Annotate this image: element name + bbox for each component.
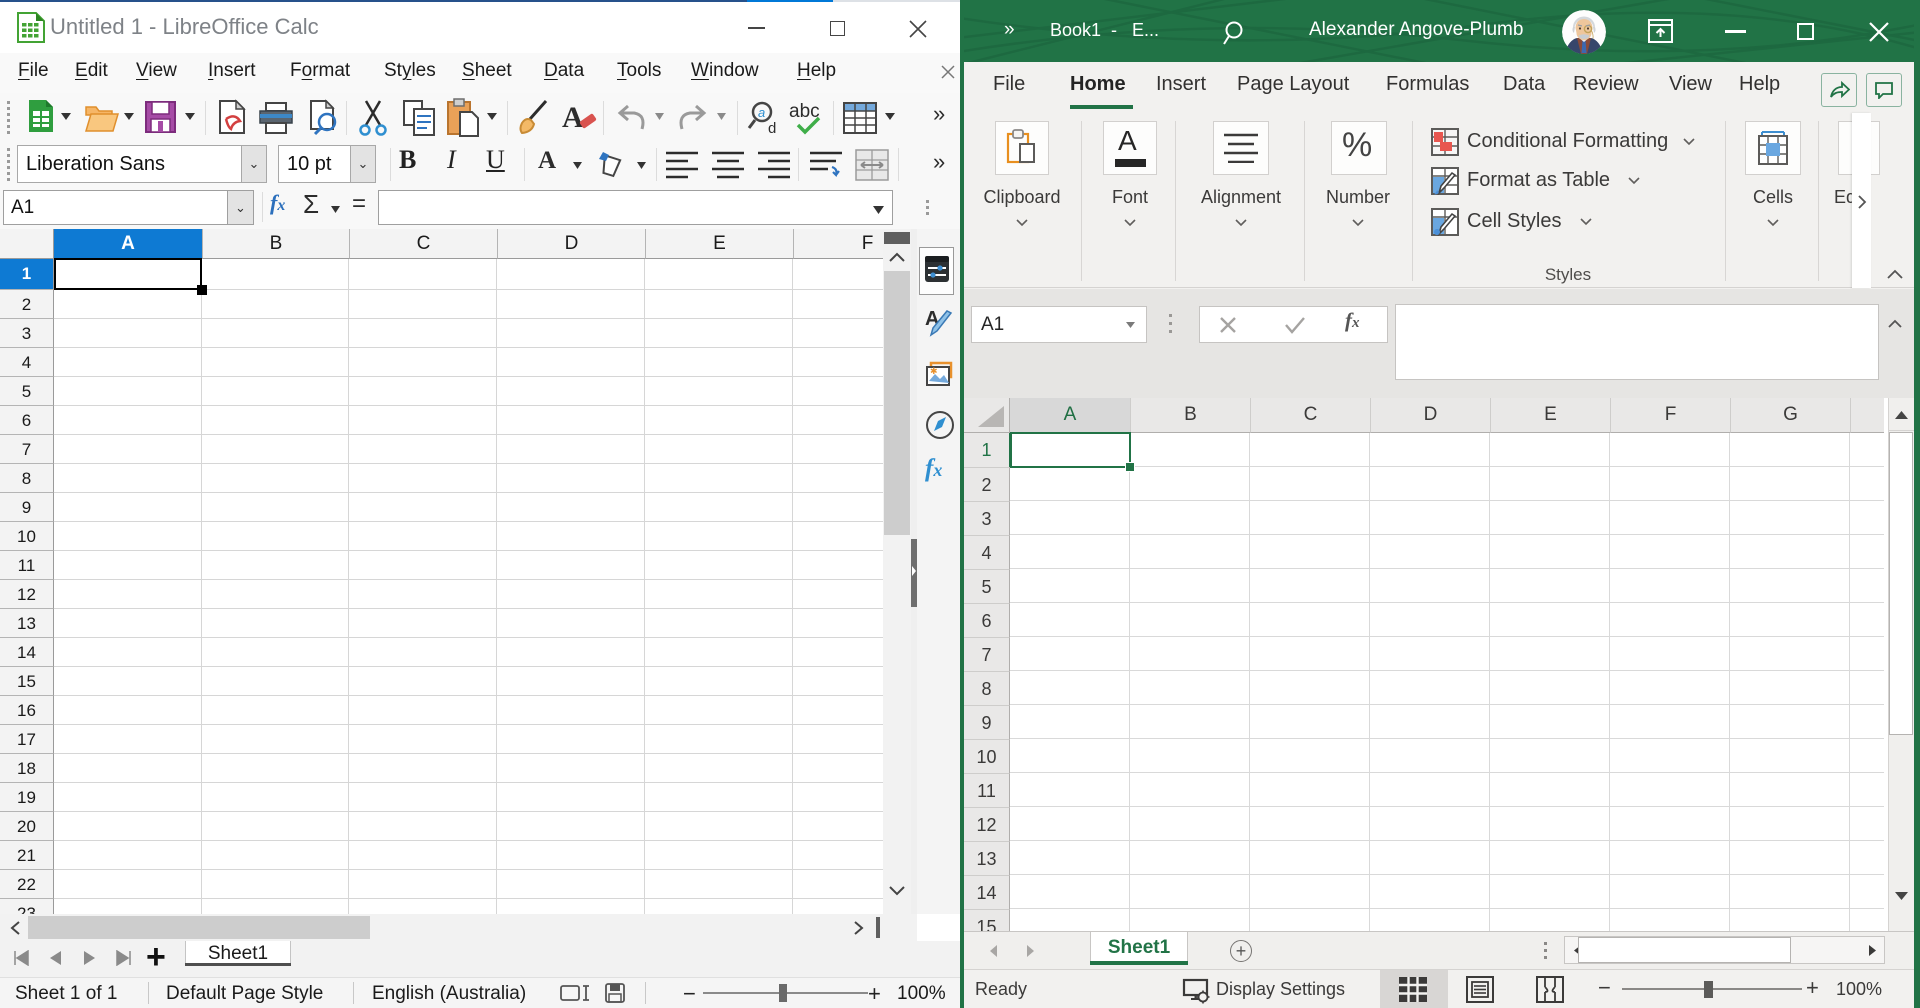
svg-text:a: a <box>758 105 765 120</box>
svg-text:d: d <box>768 120 776 137</box>
svg-text:abc: abc <box>789 101 820 122</box>
svg-text:A: A <box>562 101 584 134</box>
svg-text:✱: ✱ <box>930 366 938 376</box>
